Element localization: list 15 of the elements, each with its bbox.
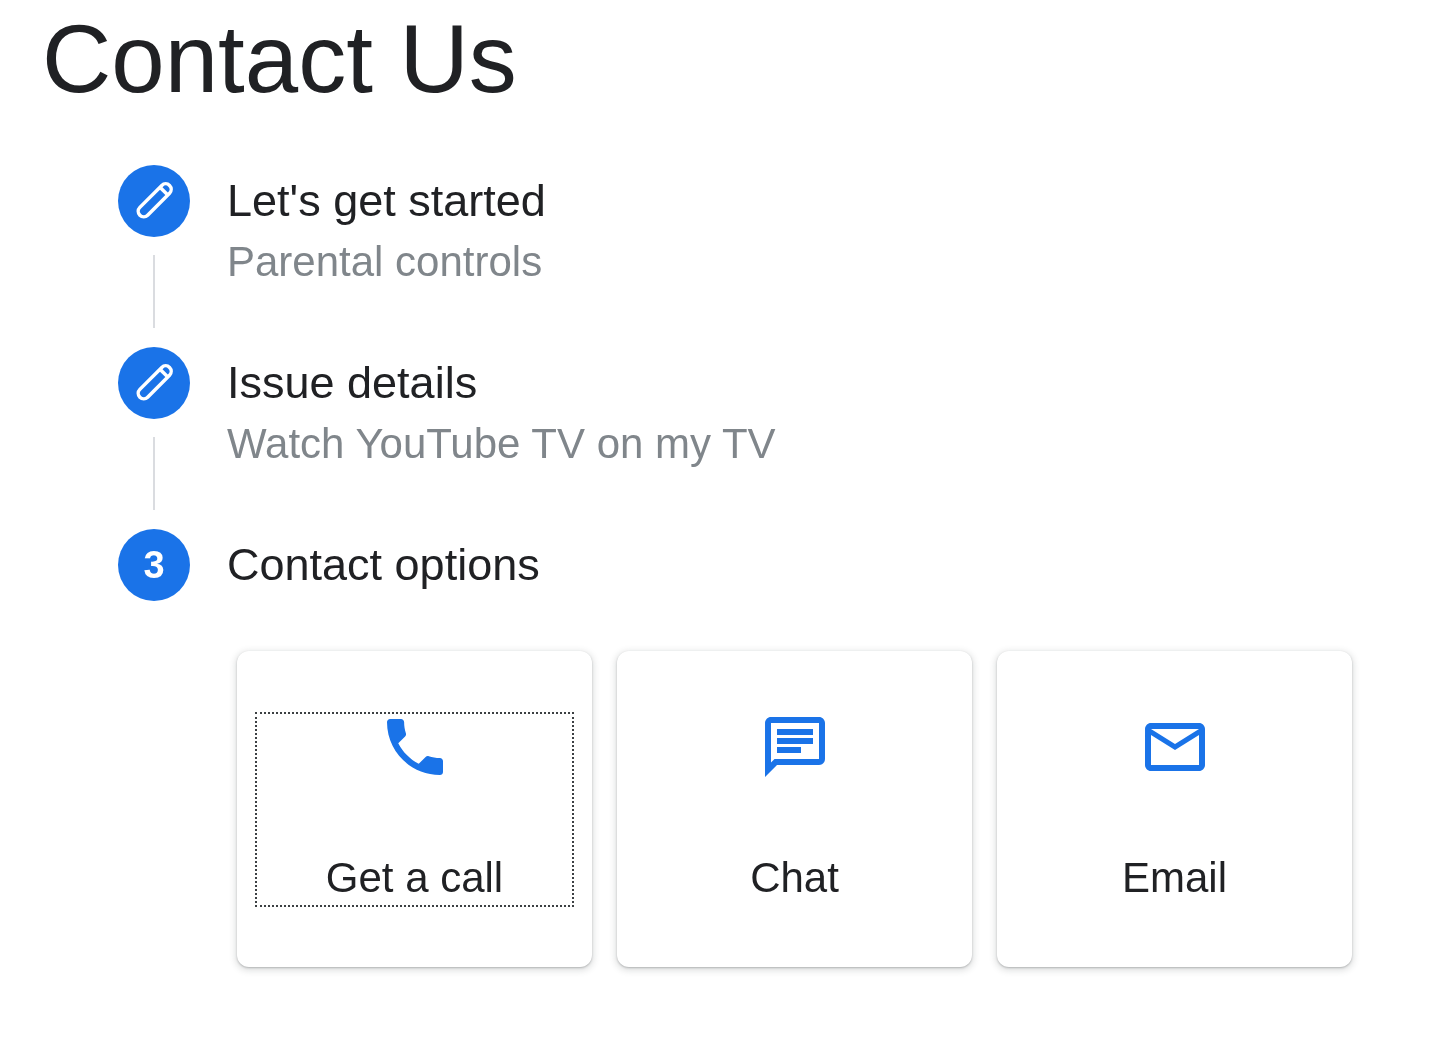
contact-option-button[interactable]: Chat — [636, 713, 953, 906]
chat-bubble-icon — [764, 717, 825, 777]
contact-option-button[interactable]: Get a call — [256, 713, 573, 906]
step-number: 3 — [118, 529, 190, 601]
step-title: Contact options — [227, 538, 540, 592]
step-title: Let's get started — [227, 174, 546, 228]
page-title: Contact Us — [42, 4, 517, 114]
phone-icon — [386, 719, 443, 775]
step-subtitle: Parental controls — [227, 237, 543, 287]
envelope-icon — [1144, 723, 1205, 771]
contact-option-button[interactable]: Email — [1016, 713, 1333, 906]
pencil-icon — [118, 347, 190, 419]
step-title: Issue details — [227, 356, 478, 410]
step-subtitle: Watch YouTube TV on my TV — [227, 419, 776, 469]
pencil-icon — [118, 165, 190, 237]
